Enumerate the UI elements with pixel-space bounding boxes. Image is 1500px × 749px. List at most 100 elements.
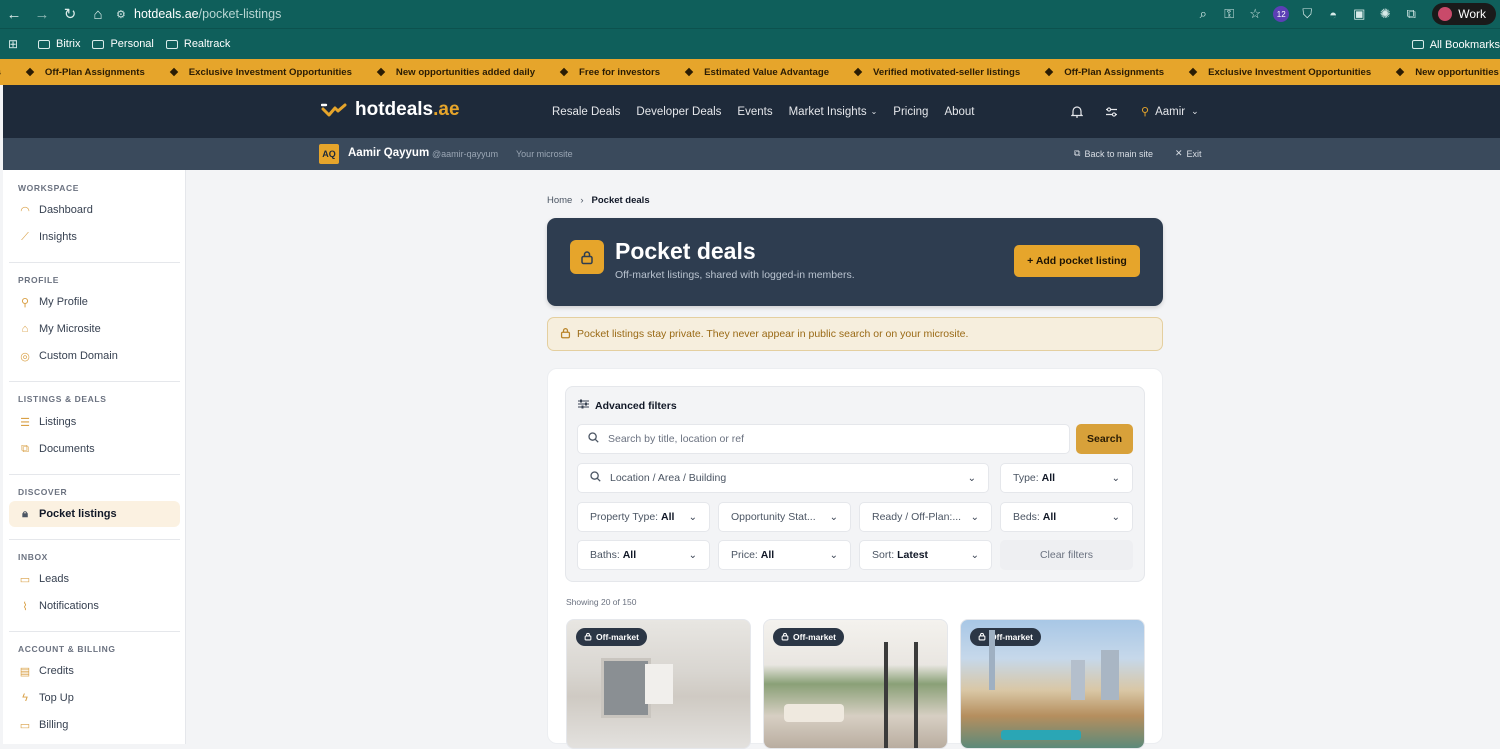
clear-filters-button[interactable]: Clear filters — [1000, 540, 1133, 570]
ticker-item: tings — [0, 67, 27, 78]
user-menu[interactable]: ⚲ Aamir ⌄ — [1141, 105, 1199, 119]
ticker-item: Free for investors — [559, 67, 686, 78]
sliders-icon — [578, 399, 589, 412]
reload-icon[interactable]: ↻ — [56, 0, 84, 28]
price-select[interactable]: Price: All ⌄ — [718, 540, 851, 570]
listing-image — [1101, 650, 1119, 700]
sort-select[interactable]: Sort: Latest ⌄ — [859, 540, 992, 570]
profile-avatar — [1438, 7, 1453, 21]
puzzle-icon[interactable]: ⧉ — [1398, 0, 1424, 28]
sidebar-item-pocket-listings[interactable]: 🔒︎ Pocket listings — [9, 501, 180, 527]
listing-card[interactable]: Off-market — [566, 619, 751, 749]
exit-label: Exit — [1186, 148, 1202, 159]
forward-icon[interactable]: → — [28, 0, 56, 28]
shield-extension-icon[interactable]: ⛉ — [1294, 0, 1320, 28]
address-bar[interactable]: ⚙ hotdeals.ae/pocket-listings — [116, 0, 281, 28]
search-button[interactable]: Search — [1076, 424, 1133, 454]
logo-text: hotdeals — [355, 99, 434, 120]
exit-link[interactable]: ✕ Exit — [1175, 148, 1202, 159]
all-bookmarks-label: All Bookmarks — [1429, 38, 1500, 51]
home-icon[interactable]: ⌂ — [84, 0, 112, 28]
notice-text: Pocket listings stay private. They never… — [577, 328, 969, 340]
sidebar-item-notifications[interactable]: ⌇ Notifications — [9, 593, 180, 619]
ticker-item-label: Estimated Value Advantage — [704, 66, 830, 78]
bookmark-folder-personal[interactable]: Personal — [86, 29, 159, 60]
back-icon[interactable]: ← — [0, 0, 28, 28]
type-label: Type: — [1013, 472, 1039, 484]
location-select[interactable]: Location / Area / Building ⌄ — [577, 463, 989, 493]
ticker-item: Verified motivated-seller listings — [853, 67, 1046, 78]
breadcrumb-home[interactable]: Home — [547, 195, 572, 206]
diamond-icon — [25, 67, 35, 77]
listing-card[interactable]: Off-market — [763, 619, 948, 749]
sidebar-item-credits[interactable]: ▤ Credits — [9, 658, 180, 684]
opportunity-status-select[interactable]: Opportunity Stat... ⌄ — [718, 502, 851, 532]
ready-offplan-select[interactable]: Ready / Off-Plan:... ⌄ — [859, 502, 992, 532]
type-value: All — [1041, 472, 1056, 484]
nav-events[interactable]: Events — [737, 106, 772, 118]
type-select[interactable]: Type: All ⌄ — [1000, 463, 1133, 493]
section-account-billing: ACCOUNT & BILLING — [18, 644, 116, 654]
sidebar-item-my-microsite[interactable]: ⌂ My Microsite — [9, 316, 180, 342]
pokeball-extension-icon[interactable]: ◓ — [1320, 0, 1346, 28]
box-extension-icon[interactable]: ▣ — [1346, 0, 1372, 28]
sidebar-item-listings[interactable]: ☰ Listings — [9, 409, 180, 435]
beds-select[interactable]: Beds: All ⌄ — [1000, 502, 1133, 532]
bookmark-folder-bitrix[interactable]: Bitrix — [32, 29, 86, 60]
wallet-icon: ▤ — [19, 665, 31, 678]
search-field[interactable] — [577, 424, 1070, 454]
all-bookmarks[interactable]: All Bookmarks — [1411, 29, 1500, 60]
nav-about[interactable]: About — [944, 106, 974, 118]
section-inbox: INBOX — [18, 552, 48, 562]
sidebar-item-my-profile[interactable]: ⚲ My Profile — [9, 289, 180, 315]
ticker-item: Exclusive Investment Opportunities — [1188, 67, 1397, 78]
ticker-item: Off-Plan Assignments — [1044, 67, 1190, 78]
sidebar-item-documents[interactable]: ⧉ Documents — [9, 436, 180, 462]
nav-pricing[interactable]: Pricing — [893, 106, 928, 118]
chevron-down-icon: ⌄ — [970, 511, 979, 523]
ticker-item: Off-Plan Assignments — [25, 67, 171, 78]
off-market-badge: Off-market — [970, 628, 1041, 646]
key-icon[interactable]: ⚿ — [1216, 0, 1242, 28]
site-logo[interactable]: hotdeals.ae — [321, 99, 460, 121]
search-input[interactable] — [608, 433, 1048, 445]
site-settings-icon[interactable]: ⚙ — [116, 8, 134, 21]
chevron-down-icon: ⌄ — [1111, 472, 1120, 484]
property-type-select[interactable]: Property Type: All ⌄ — [577, 502, 710, 532]
zoom-icon[interactable]: ⌕ — [1190, 0, 1216, 28]
external-link-icon: ⧉ — [1074, 148, 1081, 158]
store-icon: ⌂ — [21, 323, 29, 335]
sidebar-item-insights[interactable]: ⟋ Insights — [9, 224, 180, 250]
star-icon[interactable]: ☆ — [1242, 0, 1268, 28]
ticker-item-label: Exclusive Investment Opportunities — [188, 66, 352, 78]
listing-card[interactable]: Off-market — [960, 619, 1145, 749]
bell-icon[interactable] — [1067, 102, 1087, 122]
bookmarks-bar: ⊞ Bitrix Personal Realtrack All Bookmark… — [0, 28, 1500, 59]
sidebar-item-leads[interactable]: ▭ Leads — [9, 566, 180, 592]
chevron-down-icon: ⌄ — [970, 549, 979, 561]
nav-developer-deals[interactable]: Developer Deals — [636, 106, 721, 118]
profile-chip[interactable]: Work — [1432, 3, 1496, 25]
baths-select[interactable]: Baths: All ⌄ — [577, 540, 710, 570]
page-hero: Pocket deals Off-market listings, shared… — [547, 218, 1163, 306]
openai-extension-icon[interactable]: ✺ — [1372, 0, 1398, 28]
sidebar-item-top-up[interactable]: ϟ Top Up — [9, 685, 180, 711]
folder-icon — [38, 39, 50, 49]
bookmark-folder-realtrack[interactable]: Realtrack — [160, 29, 236, 60]
sidebar-item-dashboard[interactable]: ◠ Dashboard — [9, 197, 180, 223]
section-listings-deals: LISTINGS & DEALS — [18, 394, 107, 404]
baths-label: Baths: — [590, 549, 620, 561]
add-pocket-listing-button[interactable]: + Add pocket listing — [1014, 245, 1140, 277]
search-icon — [590, 471, 601, 485]
sidebar-item-billing[interactable]: ▭ Billing — [9, 712, 180, 738]
sliders-icon[interactable] — [1101, 102, 1121, 122]
extension-icon[interactable]: 12 — [1268, 0, 1294, 28]
nav-market-insights[interactable]: Market Insights ⌄ — [789, 106, 878, 118]
activity-icon: ⌇ — [22, 600, 28, 613]
sidebar-item-custom-domain[interactable]: ◎ Custom Domain — [9, 343, 180, 369]
nav-resale-deals[interactable]: Resale Deals — [552, 106, 620, 118]
price-label: Price: — [731, 549, 758, 561]
back-to-main-link[interactable]: ⧉ Back to main site — [1074, 148, 1153, 159]
filters-title: Advanced filters — [578, 399, 677, 412]
apps-icon[interactable]: ⊞ — [8, 37, 32, 51]
